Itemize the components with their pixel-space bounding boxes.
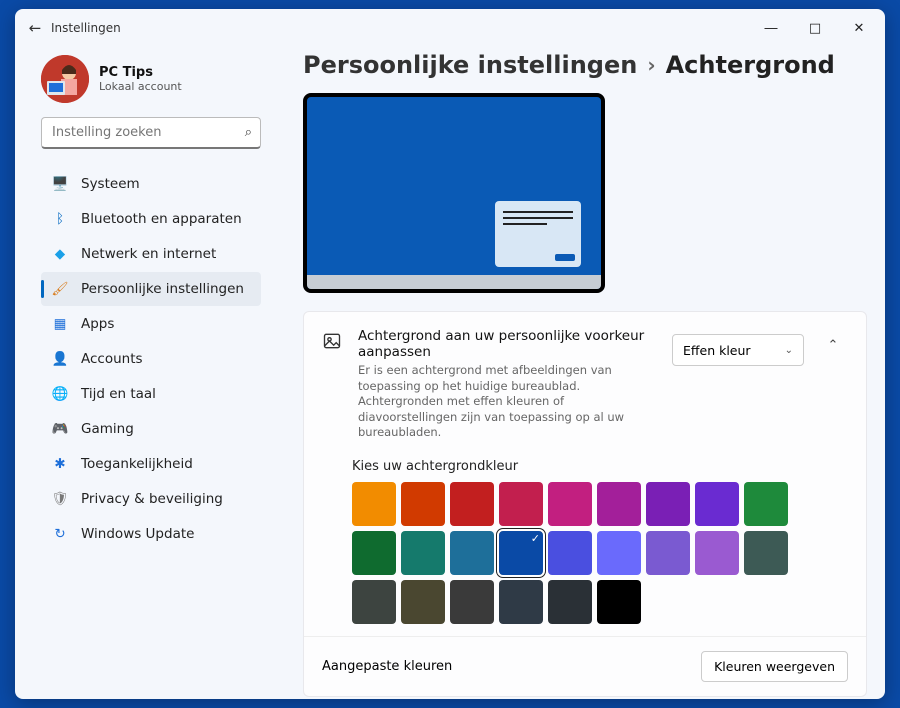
custom-colors-label: Aangepaste kleuren bbox=[322, 659, 452, 674]
nav-icon: 🖥️ bbox=[51, 176, 69, 192]
color-swatch[interactable] bbox=[450, 531, 494, 575]
color-swatch[interactable] bbox=[401, 580, 445, 624]
color-swatch[interactable] bbox=[352, 580, 396, 624]
color-swatch[interactable] bbox=[499, 531, 543, 575]
nav-label: Bluetooth en apparaten bbox=[81, 211, 242, 227]
color-swatch[interactable] bbox=[695, 531, 739, 575]
chevron-right-icon: › bbox=[647, 53, 655, 77]
settings-window: ← Instellingen ― □ ✕ PC Tips Lokaal acco… bbox=[15, 9, 885, 699]
profile-subtitle: Lokaal account bbox=[99, 80, 182, 93]
color-swatch[interactable] bbox=[597, 580, 641, 624]
sidebar-item-netwerk-en-internet[interactable]: ◆ Netwerk en internet bbox=[41, 237, 261, 271]
sidebar-item-systeem[interactable]: 🖥️ Systeem bbox=[41, 167, 261, 201]
close-button[interactable]: ✕ bbox=[837, 13, 881, 43]
nav-label: Systeem bbox=[81, 176, 140, 192]
search-box[interactable]: ⌕ bbox=[41, 117, 261, 149]
profile-name: PC Tips bbox=[99, 65, 182, 80]
breadcrumb: Persoonlijke instellingen › Achtergrond bbox=[303, 51, 867, 79]
breadcrumb-parent[interactable]: Persoonlijke instellingen bbox=[303, 51, 637, 79]
color-swatch[interactable] bbox=[744, 531, 788, 575]
nav-icon: ᛒ bbox=[51, 211, 69, 227]
combo-value: Effen kleur bbox=[683, 343, 751, 358]
color-swatches bbox=[304, 482, 866, 636]
color-swatch[interactable] bbox=[548, 482, 592, 526]
nav-icon: ↻ bbox=[51, 526, 69, 542]
background-type-combo[interactable]: Effen kleur ⌄ bbox=[672, 334, 804, 366]
color-picker-label: Kies uw achtergrondkleur bbox=[304, 455, 866, 482]
search-icon: ⌕ bbox=[245, 125, 252, 140]
nav-label: Accounts bbox=[81, 351, 143, 367]
sidebar-item-privacy-beveiliging[interactable]: 🛡 Privacy & beveiliging bbox=[41, 482, 261, 516]
color-swatch[interactable] bbox=[352, 482, 396, 526]
image-icon bbox=[322, 328, 344, 355]
color-swatch[interactable] bbox=[352, 531, 396, 575]
sidebar-item-bluetooth-en-apparaten[interactable]: ᛒ Bluetooth en apparaten bbox=[41, 202, 261, 236]
search-input[interactable] bbox=[50, 124, 245, 141]
color-swatch[interactable] bbox=[548, 531, 592, 575]
color-swatch[interactable] bbox=[548, 580, 592, 624]
sidebar-item-windows-update[interactable]: ↻ Windows Update bbox=[41, 517, 261, 551]
color-swatch[interactable] bbox=[646, 531, 690, 575]
titlebar: ← Instellingen ― □ ✕ bbox=[15, 9, 885, 47]
nav-label: Tijd en taal bbox=[81, 386, 156, 402]
preview-window bbox=[495, 201, 581, 267]
maximize-button[interactable]: □ bbox=[793, 13, 837, 43]
collapse-button[interactable]: ⌃ bbox=[818, 328, 848, 353]
nav-icon: ✱ bbox=[51, 456, 69, 472]
minimize-button[interactable]: ― bbox=[749, 13, 793, 43]
color-swatch[interactable] bbox=[499, 482, 543, 526]
nav-label: Netwerk en internet bbox=[81, 246, 216, 262]
window-title: Instellingen bbox=[51, 21, 121, 35]
preview-taskbar bbox=[307, 275, 601, 289]
profile-block[interactable]: PC Tips Lokaal account bbox=[41, 51, 261, 117]
sidebar-item-apps[interactable]: ▦ Apps bbox=[41, 307, 261, 341]
desktop-preview bbox=[303, 93, 605, 293]
color-swatch[interactable] bbox=[744, 482, 788, 526]
color-swatch[interactable] bbox=[499, 580, 543, 624]
nav-icon: 🖌 bbox=[51, 281, 69, 297]
card-title: Achtergrond aan uw persoonlijke voorkeur… bbox=[358, 328, 658, 360]
sidebar-item-persoonlijke-instellingen[interactable]: 🖌 Persoonlijke instellingen bbox=[41, 272, 261, 306]
nav-label: Gaming bbox=[81, 421, 134, 437]
color-swatch[interactable] bbox=[401, 531, 445, 575]
background-card: Achtergrond aan uw persoonlijke voorkeur… bbox=[303, 311, 867, 697]
card-description: Er is een achtergrond met afbeeldingen v… bbox=[358, 363, 658, 441]
nav-icon: 🎮 bbox=[51, 421, 69, 437]
nav-label: Persoonlijke instellingen bbox=[81, 281, 244, 297]
nav-label: Privacy & beveiliging bbox=[81, 491, 223, 507]
avatar bbox=[41, 55, 89, 103]
nav-label: Apps bbox=[81, 316, 114, 332]
color-swatch[interactable] bbox=[401, 482, 445, 526]
color-swatch[interactable] bbox=[597, 531, 641, 575]
chevron-down-icon: ⌄ bbox=[785, 345, 793, 356]
show-colors-button[interactable]: Kleuren weergeven bbox=[701, 651, 848, 682]
color-swatch[interactable] bbox=[695, 482, 739, 526]
color-swatch[interactable] bbox=[450, 580, 494, 624]
sidebar-item-gaming[interactable]: 🎮 Gaming bbox=[41, 412, 261, 446]
sidebar: PC Tips Lokaal account ⌕ 🖥️ Systeem ᛒ Bluet… bbox=[15, 47, 273, 699]
nav-label: Toegankelijkheid bbox=[81, 456, 193, 472]
back-button[interactable]: ← bbox=[19, 19, 51, 37]
nav-icon: 🌐 bbox=[51, 386, 69, 402]
nav-label: Windows Update bbox=[81, 526, 194, 542]
color-swatch[interactable] bbox=[450, 482, 494, 526]
sidebar-item-accounts[interactable]: 👤 Accounts bbox=[41, 342, 261, 376]
breadcrumb-leaf: Achtergrond bbox=[666, 51, 835, 79]
nav-icon: 👤 bbox=[51, 351, 69, 367]
sidebar-item-tijd-en-taal[interactable]: 🌐 Tijd en taal bbox=[41, 377, 261, 411]
color-swatch[interactable] bbox=[646, 482, 690, 526]
sidebar-item-toegankelijkheid[interactable]: ✱ Toegankelijkheid bbox=[41, 447, 261, 481]
sidebar-nav: 🖥️ Systeem ᛒ Bluetooth en apparaten ◆ Netwerk… bbox=[41, 167, 261, 551]
nav-icon: 🛡 bbox=[51, 491, 69, 507]
color-swatch[interactable] bbox=[597, 482, 641, 526]
nav-icon: ◆ bbox=[51, 246, 69, 262]
window-controls: ― □ ✕ bbox=[749, 13, 881, 43]
nav-icon: ▦ bbox=[51, 316, 69, 332]
main-content[interactable]: Persoonlijke instellingen › Achtergrond bbox=[273, 47, 885, 699]
